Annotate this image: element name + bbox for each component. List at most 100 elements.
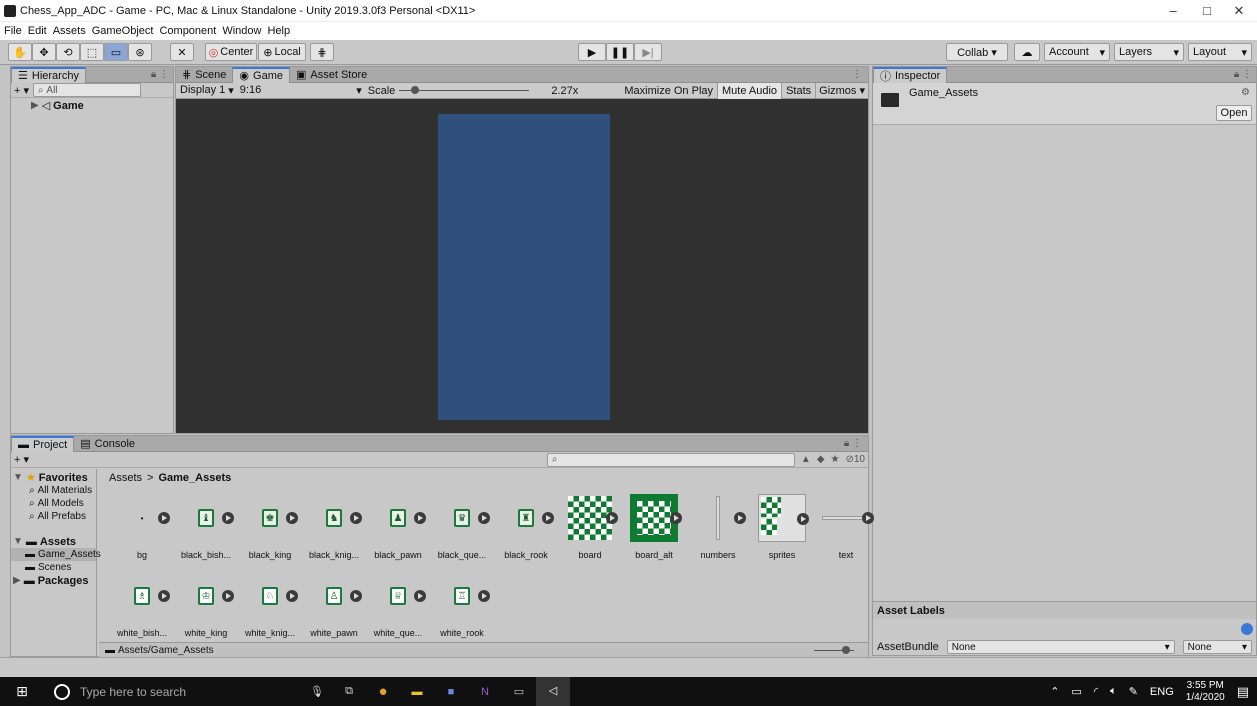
chrome-icon[interactable]: ● [366,683,400,700]
aspect-dropdown[interactable]: 9:16 ▾ [238,84,364,97]
expand-arrow-icon[interactable] [222,512,234,524]
menu-window[interactable]: Window [222,22,261,40]
tree-game-assets[interactable]: ▬ Game_Assets [11,548,101,561]
rotate-tool-icon[interactable]: ⟲ [56,43,80,61]
expand-arrow-icon[interactable] [158,512,170,524]
expand-arrow-icon[interactable] [158,590,170,602]
transform-tool-icon[interactable]: ⊛ [128,43,152,61]
clock[interactable]: 3:55 PM 1/4/2020 [1186,680,1225,704]
menu-file[interactable]: File [4,22,22,40]
minimize-button[interactable]: – [1156,2,1190,20]
windows-start-icon[interactable]: ⊞ [0,683,44,700]
asset-board[interactable]: board [559,494,621,560]
tree-all-models[interactable]: ⌕ All Models [11,497,96,510]
icon-size-slider[interactable] [814,645,854,654]
tab-scene[interactable]: ⋕ Scene [176,67,232,83]
layout-dropdown[interactable]: Layout ▾ [1188,43,1252,61]
unity-taskbar-icon[interactable]: ◁ [536,677,570,706]
asset-black-queen[interactable]: ♛ black_que... [431,494,493,560]
onenote-icon[interactable]: N [468,686,502,698]
language-indicator[interactable]: ENG [1150,686,1174,698]
menu-gameobject[interactable]: GameObject [92,22,154,40]
display-dropdown[interactable]: Display 1 ▾ [176,84,238,97]
search-by-label-icon[interactable]: ◆ [817,454,825,465]
tab-inspector[interactable]: ⓘ Inspector [873,66,948,83]
tree-all-prefabs[interactable]: ⌕ All Prefabs [11,510,96,523]
project-lock-icon[interactable]: 🔒︎ ⋮ [844,438,862,449]
tag-icon[interactable] [1241,623,1253,635]
lock-icon[interactable]: 🔒︎ ⋮ [151,69,169,80]
step-button[interactable]: ▶| [634,43,662,61]
slider-thumb[interactable] [411,86,420,94]
search-by-type-icon[interactable]: ▲ [801,454,811,465]
asset-numbers[interactable]: numbers [687,494,749,560]
file-explorer-icon[interactable]: ▬ [400,686,434,698]
asset-bg[interactable]: • bg [111,494,173,560]
asset-text[interactable]: text [815,494,877,560]
volume-icon[interactable]: 🔈︎ [1110,685,1117,698]
close-button[interactable]: ✕ [1222,2,1256,20]
pivot-center-toggle[interactable]: ◎ Center [205,43,257,61]
asset-black-pawn[interactable]: ♟ black_pawn [367,494,429,560]
expand-arrow-icon[interactable] [478,590,490,602]
asset-black-bishop[interactable]: ♝ black_bish... [175,494,237,560]
hidden-packages-icon[interactable]: ⊘10 [845,454,865,465]
grid-snap-icon[interactable]: ⋕ [310,43,334,61]
tree-scenes[interactable]: ▬ Scenes [11,561,96,574]
hand-tool-icon[interactable]: ✋ [8,43,32,61]
settings-gear-icon[interactable]: ⚙ [1241,87,1250,98]
stats-toggle[interactable]: Stats [782,83,815,99]
play-button[interactable]: ▶ [578,43,606,61]
open-button[interactable]: Open [1216,105,1252,121]
microphone-icon[interactable]: 🎙︎ [302,685,332,698]
project-search-input[interactable]: ⌕ [546,452,795,467]
asset-black-knight[interactable]: ♞ black_knig... [303,494,365,560]
expand-arrow-icon[interactable] [606,512,618,524]
maximize-button[interactable]: □ [1190,2,1224,20]
chevron-up-icon[interactable]: ⌃ [1050,685,1059,698]
expand-arrow-icon[interactable] [414,512,426,524]
move-tool-icon[interactable]: ✥ [32,43,56,61]
asset-board-alt[interactable]: board_alt [623,494,685,560]
mute-audio-toggle[interactable]: Mute Audio [717,82,783,99]
hierarchy-search-input[interactable]: ⌕ All [33,83,142,97]
scale-tool-icon[interactable]: ⬚ [80,43,104,61]
expand-arrow-icon[interactable] [478,512,490,524]
expand-arrow-icon[interactable] [414,590,426,602]
wifi-icon[interactable]: ◜ [1094,685,1098,698]
asset-white-bishop[interactable]: ♗ white_bish... [111,572,173,638]
expand-arrow-icon[interactable] [734,512,746,524]
tab-console[interactable]: ▤ Console [74,436,141,452]
tree-favorites[interactable]: ▼ ★ Favorites [11,471,96,485]
scale-slider[interactable]: Scale 2.27x [364,85,582,97]
expand-arrow-icon[interactable] [350,512,362,524]
game-canvas[interactable] [438,114,610,420]
project-add-button[interactable]: + ▾ [14,453,29,466]
notification-icon[interactable]: ▤ [1237,684,1249,700]
tree-assets[interactable]: ▼ ▬ Assets [11,535,96,548]
task-view-icon[interactable]: ⧉ [332,685,366,698]
asset-black-rook[interactable]: ♜ black_rook [495,494,557,560]
tree-packages[interactable]: ▶ ▬ Packages [11,574,96,587]
maximize-on-play-toggle[interactable]: Maximize On Play [620,83,717,99]
expand-arrow-icon[interactable] [862,512,874,524]
pause-button[interactable]: ❚❚ [606,43,634,61]
expand-arrow-icon[interactable] [286,512,298,524]
expand-arrow-icon[interactable] [286,590,298,602]
custom-tool-icon[interactable]: ✕ [170,43,194,61]
account-dropdown[interactable]: Account ▾ [1044,43,1110,61]
favorite-star-icon[interactable]: ★ [831,454,840,465]
pen-icon[interactable]: ✎ [1129,685,1138,698]
asset-white-pawn[interactable]: ♙ white_pawn [303,572,365,638]
scene-row-game[interactable]: ▶ ◁ Game [11,99,173,113]
hierarchy-add-button[interactable]: + ▾ [14,84,29,97]
pivot-local-toggle[interactable]: ⊕ Local [258,43,306,61]
menu-edit[interactable]: Edit [28,22,47,40]
terminal-icon[interactable]: ▭ [502,685,536,698]
tab-asset-store[interactable]: ▣ Asset Store [290,67,373,83]
menu-component[interactable]: Component [159,22,216,40]
battery-icon[interactable]: ▭ [1071,685,1081,698]
expand-arrow-icon[interactable] [542,512,554,524]
expand-arrow-icon[interactable] [222,590,234,602]
asset-black-king[interactable]: ♚ black_king [239,494,301,560]
